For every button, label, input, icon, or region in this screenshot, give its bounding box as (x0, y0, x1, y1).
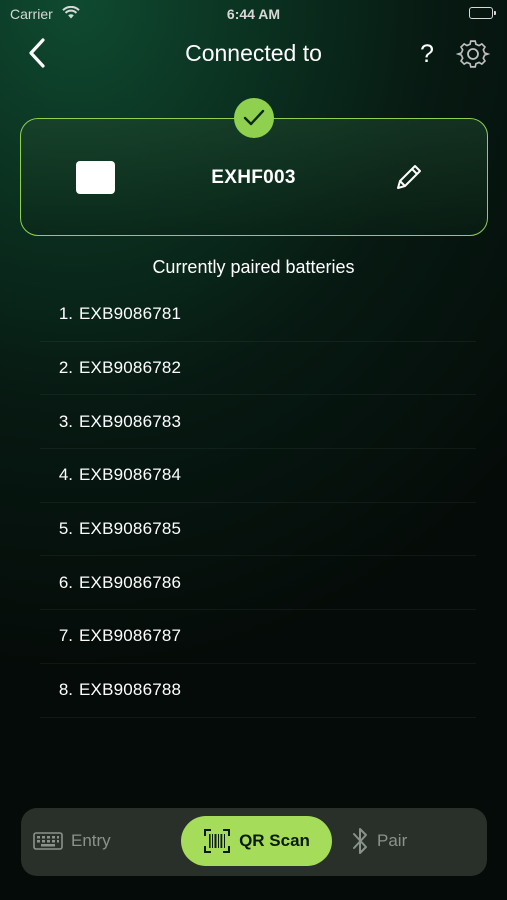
tab-qr-scan[interactable]: QR Scan (181, 816, 332, 866)
tab-qr-scan-label: QR Scan (239, 831, 310, 850)
battery-serial: EXB9086786 (79, 572, 182, 592)
back-button[interactable] (22, 36, 52, 70)
paired-batteries-heading: Currently paired batteries (152, 257, 355, 277)
battery-list-item: 1. EXB9086781 (40, 288, 476, 342)
battery-serial: EXB9086781 (79, 304, 182, 324)
settings-button[interactable] (455, 37, 491, 71)
pencil-icon (397, 165, 421, 189)
battery-index: 7. (58, 626, 73, 646)
battery-list-item: 5. EXB9086785 (40, 503, 476, 557)
tab-pair[interactable]: Pair (351, 816, 481, 866)
tab-entry[interactable]: Entry (33, 816, 183, 866)
battery-list-item: 7. EXB9086787 (40, 610, 476, 664)
keyboard-icon (33, 832, 63, 850)
battery-serial: EXB9086785 (79, 519, 182, 539)
status-time: 6:44 AM (226, 6, 281, 22)
battery-serial: EXB9086782 (79, 358, 182, 378)
battery-index: 2. (58, 358, 73, 378)
connected-check-badge (234, 98, 274, 138)
bluetooth-icon (351, 826, 369, 856)
battery-serial: EXB9086787 (79, 626, 182, 646)
battery-status-icon (469, 7, 496, 19)
battery-serial: EXB9086788 (79, 680, 182, 700)
battery-list-item: 3. EXB9086783 (40, 395, 476, 450)
tab-entry-label: Entry (71, 831, 111, 850)
checkmark-icon (243, 109, 265, 126)
input-mode-tab-bar: Entry QR Scan Pair (21, 808, 487, 876)
battery-list-item: 6. EXB9086786 (40, 556, 476, 611)
battery-index: 3. (58, 411, 73, 431)
help-button[interactable]: ? (412, 38, 442, 70)
battery-index: 5. (58, 519, 73, 539)
battery-index: 4. (58, 465, 73, 485)
battery-list: 1. EXB9086781 2. EXB9086782 3. EXB9086783 4. EX… (40, 288, 476, 718)
gear-icon (455, 40, 491, 68)
battery-serial: EXB9086783 (79, 411, 182, 431)
battery-index: 1. (58, 304, 73, 324)
battery-list-item: 4. EXB9086784 (40, 449, 476, 503)
battery-index: 6. (58, 572, 73, 592)
chevron-left-icon (29, 38, 45, 68)
status-bar: Carrier 6:44 AM (0, 0, 507, 28)
barcode-scan-icon (203, 828, 231, 854)
tab-pair-label: Pair (377, 831, 408, 850)
battery-serial: EXB9086784 (79, 465, 182, 485)
battery-list-item: 2. EXB9086782 (40, 342, 476, 396)
battery-index: 8. (58, 680, 73, 700)
edit-device-button[interactable] (391, 159, 427, 195)
battery-list-item: 8. EXB9086788 (40, 664, 476, 718)
